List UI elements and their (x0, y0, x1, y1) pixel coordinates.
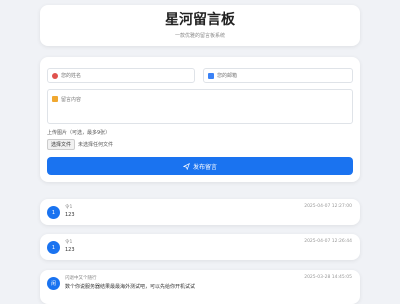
message-form: 您的姓名 您的邮箱 留言内容 上传图片（可选，最多9张） 选择文件 未选择任何文… (40, 57, 360, 182)
message-author: 闪退中又个随行 (65, 276, 97, 281)
email-field[interactable]: 您的邮箱 (203, 68, 353, 83)
choose-file-button[interactable]: 选择文件 (47, 139, 76, 150)
message-card: 1 令1 123 2025-04-07 12:27:00 (40, 199, 360, 225)
app-subtitle: 一款优雅的留言板系统 (174, 33, 225, 39)
email-icon (208, 72, 214, 79)
app-title: 星河留言板 (165, 12, 235, 28)
submit-label: 发布留言 (192, 163, 217, 171)
user-icon (52, 72, 58, 79)
file-status: 未选择任何文件 (78, 142, 114, 148)
email-placeholder: 您的邮箱 (217, 73, 238, 79)
header-card: 星河留言板 一款优雅的留言板系统 (40, 5, 360, 46)
submit-button[interactable]: 发布留言 (47, 157, 353, 175)
avatar: 闲 (47, 277, 60, 290)
avatar: 1 (47, 241, 60, 254)
message-time: 2025-04-07 12:26:44 (304, 239, 352, 244)
message-card: 闲 闪退中又个随行 数个你说服务器结果最最海外测试吧，可以先给你开机试试 202… (40, 270, 360, 304)
content-placeholder: 留言内容 (61, 97, 82, 103)
message-text: 数个你说服务器结果最最海外测试吧，可以先给你开机试试 (65, 284, 196, 290)
message-time: 2025-04-07 12:27:00 (304, 204, 352, 209)
upload-label: 上传图片（可选，最多9张） (47, 130, 111, 136)
message-time: 2025-03-28 14:45:05 (304, 275, 352, 280)
name-placeholder: 您的姓名 (61, 73, 82, 79)
note-icon (52, 96, 58, 102)
message-author: 令1 (65, 205, 73, 210)
message-text: 123 (65, 247, 75, 253)
message-text: 123 (65, 212, 75, 218)
send-icon (182, 162, 190, 170)
name-field[interactable]: 您的姓名 (47, 68, 195, 83)
content-field[interactable]: 留言内容 (47, 89, 353, 124)
message-author: 令1 (65, 240, 73, 245)
message-card: 1 令1 123 2025-04-07 12:26:44 (40, 234, 360, 260)
avatar: 1 (47, 206, 60, 219)
